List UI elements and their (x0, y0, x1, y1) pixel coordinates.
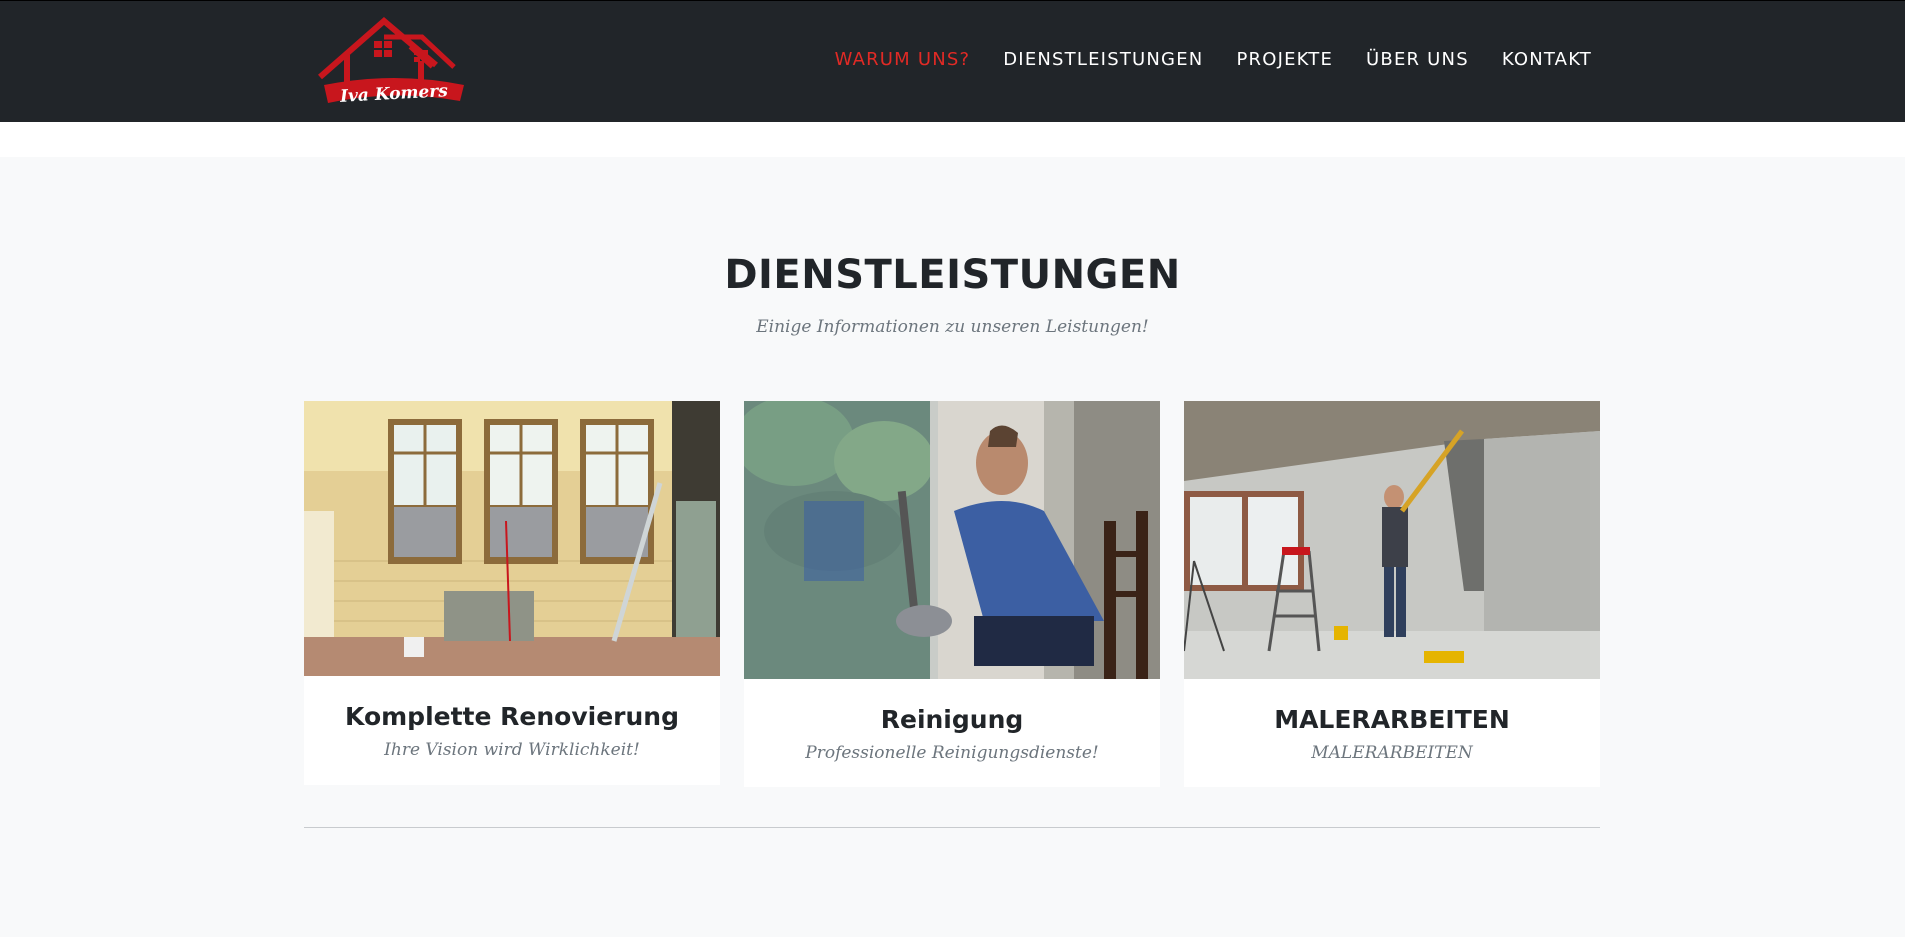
section-divider (304, 827, 1600, 828)
nav-kontakt[interactable]: KONTAKT (1502, 49, 1592, 70)
card-caption: Komplette Renovierung Ihre Vision wird W… (304, 676, 720, 760)
card-description: Ihre Vision wird Wirklichkeit! (384, 740, 640, 760)
nav-projekte[interactable]: PROJEKTE (1236, 49, 1333, 70)
card-title: Reinigung (880, 705, 1024, 734)
wall-painter-photo (1184, 401, 1600, 679)
section-title: DIENSTLEISTUNGEN (724, 252, 1181, 298)
renovation-room-photo (304, 401, 720, 676)
card-caption: Reinigung Professionelle Reinigungsdiens… (744, 679, 1160, 763)
card-description: MALERARBEITEN (1311, 743, 1473, 763)
section-subtitle: Einige Informationen zu unseren Leistung… (756, 317, 1149, 337)
service-card-painting[interactable]: MALERARBEITEN MALERARBEITEN (1184, 401, 1600, 787)
nav-dienstleistungen[interactable]: DIENSTLEISTUNGEN (1003, 49, 1203, 70)
nav-ueber-uns[interactable]: ÜBER UNS (1366, 49, 1469, 70)
navbar: Iva Komers WARUM UNS? DIENSTLEISTUNGEN P… (0, 0, 1905, 122)
service-card-renovation[interactable]: Komplette Renovierung Ihre Vision wird W… (304, 401, 720, 785)
card-title: MALERARBEITEN (1274, 705, 1510, 734)
card-title: Komplette Renovierung (345, 702, 679, 731)
iva-komers-logo[interactable]: Iva Komers (314, 15, 474, 110)
main-nav: WARUM UNS? DIENSTLEISTUNGEN PROJEKTE ÜBE… (802, 49, 1592, 70)
nav-warum-uns[interactable]: WARUM UNS? (835, 49, 971, 70)
card-caption: MALERARBEITEN MALERARBEITEN (1184, 679, 1600, 763)
header-spacer (0, 122, 1905, 157)
card-description: Professionelle Reinigungsdienste! (805, 743, 1099, 763)
window-cleaner-photo (744, 401, 1160, 679)
service-card-cleaning[interactable]: Reinigung Professionelle Reinigungsdiens… (744, 401, 1160, 787)
